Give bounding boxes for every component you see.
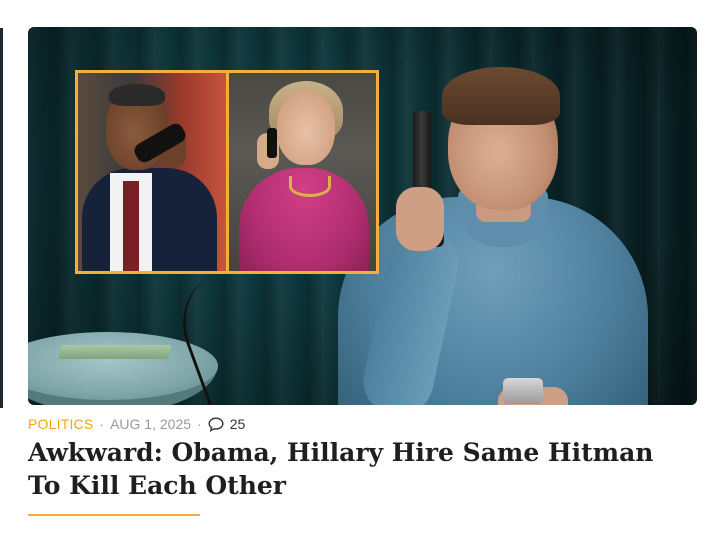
necklace [288, 176, 331, 197]
speech-bubble-icon[interactable] [208, 416, 224, 432]
speech-bubble-icon-svg [208, 416, 224, 432]
article-title[interactable]: Awkward: Obama, Hillary Hire Same Hitman… [28, 436, 688, 502]
cash-stack [58, 345, 172, 359]
hero-image[interactable] [28, 27, 697, 405]
head [276, 91, 335, 165]
meta-separator: · [197, 416, 202, 432]
post-meta: POLITICS · AUG 1, 2025 · 25 [28, 415, 245, 433]
category-link[interactable]: POLITICS [28, 416, 93, 432]
inset-photo-left [78, 73, 226, 271]
smartphone [503, 378, 543, 404]
article-excerpt [28, 527, 688, 541]
meta-separator: · [99, 416, 105, 432]
tie [123, 181, 139, 271]
hitman-hand [396, 187, 444, 251]
comment-count[interactable]: 25 [230, 416, 246, 432]
post-date: AUG 1, 2025 [110, 416, 192, 432]
title-underline [28, 514, 200, 516]
previous-slide-edge [0, 28, 3, 408]
inset-photo-right [228, 73, 376, 271]
hitman-hair [442, 67, 560, 125]
hair [109, 84, 165, 106]
inset-photo-frame [75, 70, 379, 274]
cell-phone [266, 128, 277, 158]
